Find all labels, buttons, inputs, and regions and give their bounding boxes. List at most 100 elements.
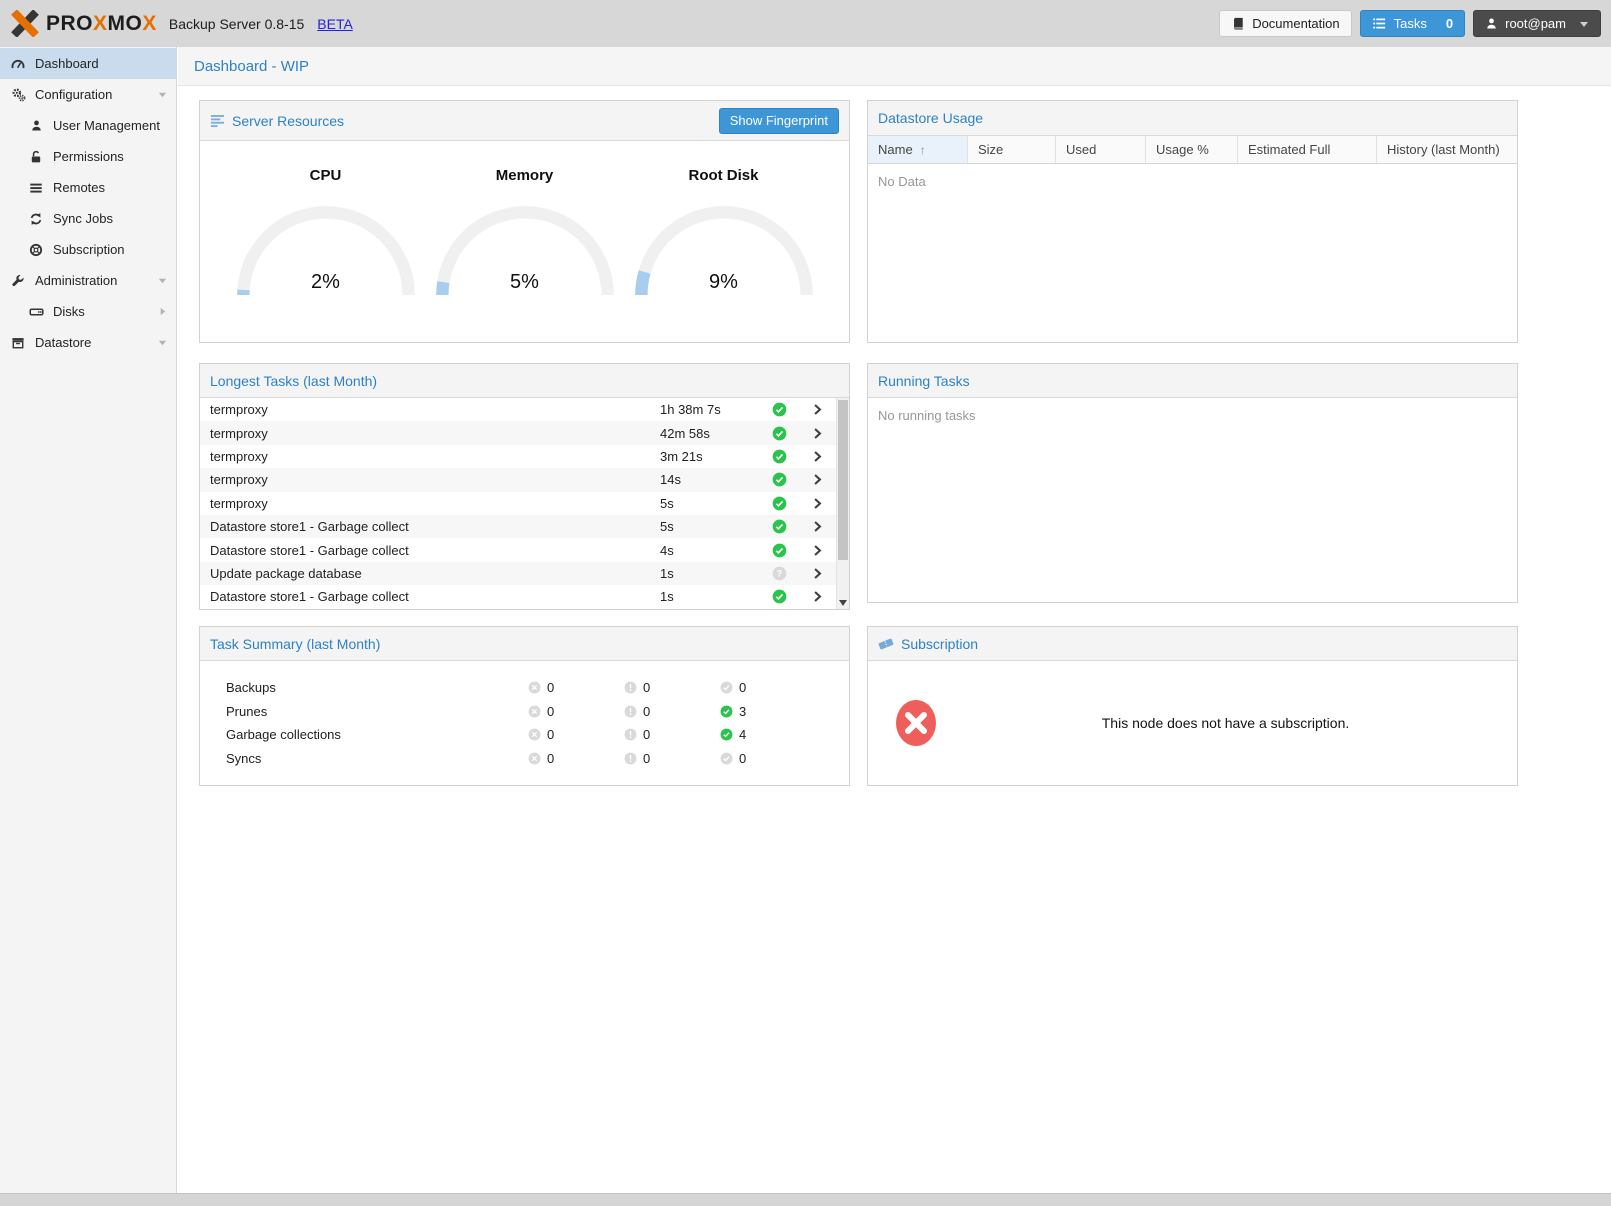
chevron-right-icon[interactable]: [798, 427, 836, 440]
sidebar-item-subscription[interactable]: Subscription: [0, 234, 176, 265]
warning-count: 0: [643, 727, 650, 742]
running-tasks-panel: Running Tasks No running tasks: [867, 363, 1518, 603]
task-row[interactable]: termproxy 3m 21s ?: [200, 445, 836, 468]
task-row[interactable]: Datastore store1 - Garbage collect 5s ?: [200, 515, 836, 538]
check-circle-icon: [720, 705, 733, 718]
life-ring-icon: [28, 243, 44, 257]
no-data-text: No Data: [868, 164, 1517, 199]
summary-row: Garbage collections 0 0 4: [200, 723, 849, 747]
proxmox-logo-icon: [10, 10, 40, 37]
task-status-icon: ?: [760, 519, 798, 534]
chevron-right-icon[interactable]: [798, 567, 836, 580]
chevron-right-icon[interactable]: [798, 450, 836, 463]
sidebar-item-user-management[interactable]: User Management: [0, 110, 176, 141]
sidebar-item-permissions[interactable]: Permissions: [0, 141, 176, 172]
task-status-icon: ?: [760, 449, 798, 464]
check-circle-icon: [720, 728, 733, 741]
column-header-usage-pct[interactable]: Usage %: [1146, 136, 1238, 163]
column-header-size[interactable]: Size: [968, 136, 1056, 163]
column-header-used[interactable]: Used: [1056, 136, 1146, 163]
ok-count: 4: [739, 727, 746, 742]
ok-count: 0: [739, 680, 746, 695]
task-list-icon: [1372, 16, 1387, 31]
task-row[interactable]: termproxy 42m 58s ?: [200, 421, 836, 444]
column-header-history[interactable]: History (last Month): [1377, 136, 1517, 163]
chevron-right-icon[interactable]: [798, 544, 836, 557]
error-count: 0: [547, 680, 554, 695]
exclamation-circle-icon: [624, 681, 637, 694]
sidebar-item-administration[interactable]: Administration: [0, 265, 176, 296]
main-area: Dashboard - WIP Server Resources Show Fi…: [178, 47, 1611, 1193]
task-row[interactable]: Update package database 1s ?: [200, 562, 836, 585]
tasks-button[interactable]: Tasks 0: [1360, 10, 1465, 37]
chevron-right-icon[interactable]: [798, 590, 836, 603]
user-icon: [1485, 17, 1498, 30]
chevron-right-icon[interactable]: [798, 497, 836, 510]
chevron-down-icon: [158, 90, 167, 99]
task-row[interactable]: termproxy 5s ?: [200, 492, 836, 515]
chevron-right-icon[interactable]: [798, 403, 836, 416]
subscription-panel: Subscription This node does not have a s…: [867, 626, 1518, 786]
longest-tasks-list: termproxy 1h 38m 7s ? termproxy 42: [200, 398, 849, 609]
user-menu-button[interactable]: root@pam: [1473, 10, 1601, 37]
sidebar: Dashboard Configuration User Management …: [0, 47, 177, 1193]
task-row[interactable]: Datastore store1 - Garbage collect 1s ?: [200, 585, 836, 608]
chevron-down-icon: [158, 338, 167, 347]
unlock-icon: [28, 150, 44, 164]
check-circle-icon: [720, 752, 733, 765]
chevron-right-icon[interactable]: [798, 473, 836, 486]
hdd-icon: [28, 304, 44, 319]
documentation-button[interactable]: Documentation: [1219, 10, 1351, 37]
sidebar-item-remotes[interactable]: Remotes: [0, 172, 176, 203]
datastore-usage-panel: Datastore Usage Name↑ Size Used Usage % …: [867, 100, 1518, 343]
task-status-icon: ?: [760, 402, 798, 417]
summary-row: Syncs 0 0 0: [200, 747, 849, 771]
root-disk-gauge: Root Disk 9%: [628, 167, 820, 295]
exclamation-circle-icon: [624, 752, 637, 765]
logo-wordmark: PROXMOX: [46, 12, 157, 36]
summary-row: Backups 0 0 0: [200, 676, 849, 700]
top-header: PROXMOX Backup Server 0.8-15 BETA Docume…: [0, 0, 1611, 47]
chevron-down-icon: [158, 276, 167, 285]
user-icon: [28, 119, 44, 132]
sidebar-item-disks[interactable]: Disks: [0, 296, 176, 327]
task-row[interactable]: termproxy 1h 38m 7s ?: [200, 398, 836, 421]
task-status-icon: ?: [760, 426, 798, 441]
sidebar-item-dashboard[interactable]: Dashboard: [0, 48, 176, 79]
product-name: Backup Server 0.8-15: [169, 16, 304, 32]
times-circle-icon: [528, 681, 541, 694]
warning-count: 0: [643, 680, 650, 695]
task-summary-body: Backups 0 0 0 Prunes 0 0 3 Garbage c: [200, 661, 849, 770]
scroll-down-arrow[interactable]: [839, 600, 847, 606]
sidebar-item-configuration[interactable]: Configuration: [0, 79, 176, 110]
tasks-count-badge: 0: [1446, 16, 1453, 31]
left-column: Server Resources Show Fingerprint CPU: [199, 100, 850, 786]
refresh-icon: [28, 212, 44, 226]
exclamation-circle-icon: [624, 728, 637, 741]
task-row[interactable]: Datastore store1 - Garbage collect 4s ?: [200, 538, 836, 561]
scrollbar[interactable]: [836, 398, 849, 609]
task-status-icon: ?: [760, 496, 798, 511]
datastore-usage-columns: Name↑ Size Used Usage % Estimated Full H…: [868, 136, 1517, 164]
column-header-name[interactable]: Name↑: [868, 136, 968, 163]
scrollbar-thumb[interactable]: [838, 400, 848, 560]
ok-count: 0: [739, 751, 746, 766]
longest-tasks-header: Longest Tasks (last Month): [200, 364, 849, 398]
sidebar-item-sync-jobs[interactable]: Sync Jobs: [0, 203, 176, 234]
sidebar-item-datastore[interactable]: Datastore: [0, 327, 176, 358]
column-header-estimated-full[interactable]: Estimated Full: [1238, 136, 1377, 163]
window-bottom-strip: [0, 1193, 1611, 1206]
summary-row: Prunes 0 0 3: [200, 700, 849, 724]
show-fingerprint-button[interactable]: Show Fingerprint: [719, 108, 839, 134]
task-row[interactable]: termproxy 14s ?: [200, 468, 836, 491]
right-column: Datastore Usage Name↑ Size Used Usage % …: [867, 100, 1518, 786]
task-summary-header: Task Summary (last Month): [200, 627, 849, 661]
error-count: 0: [547, 727, 554, 742]
app-window: PROXMOX Backup Server 0.8-15 BETA Docume…: [0, 0, 1611, 1206]
server-resources-panel: Server Resources Show Fingerprint CPU: [199, 100, 850, 343]
times-circle-icon: [528, 705, 541, 718]
beta-link[interactable]: BETA: [317, 16, 353, 32]
task-status-icon: ?: [760, 589, 798, 604]
task-summary-panel: Task Summary (last Month) Backups 0 0 0 …: [199, 626, 850, 786]
chevron-right-icon[interactable]: [798, 520, 836, 533]
